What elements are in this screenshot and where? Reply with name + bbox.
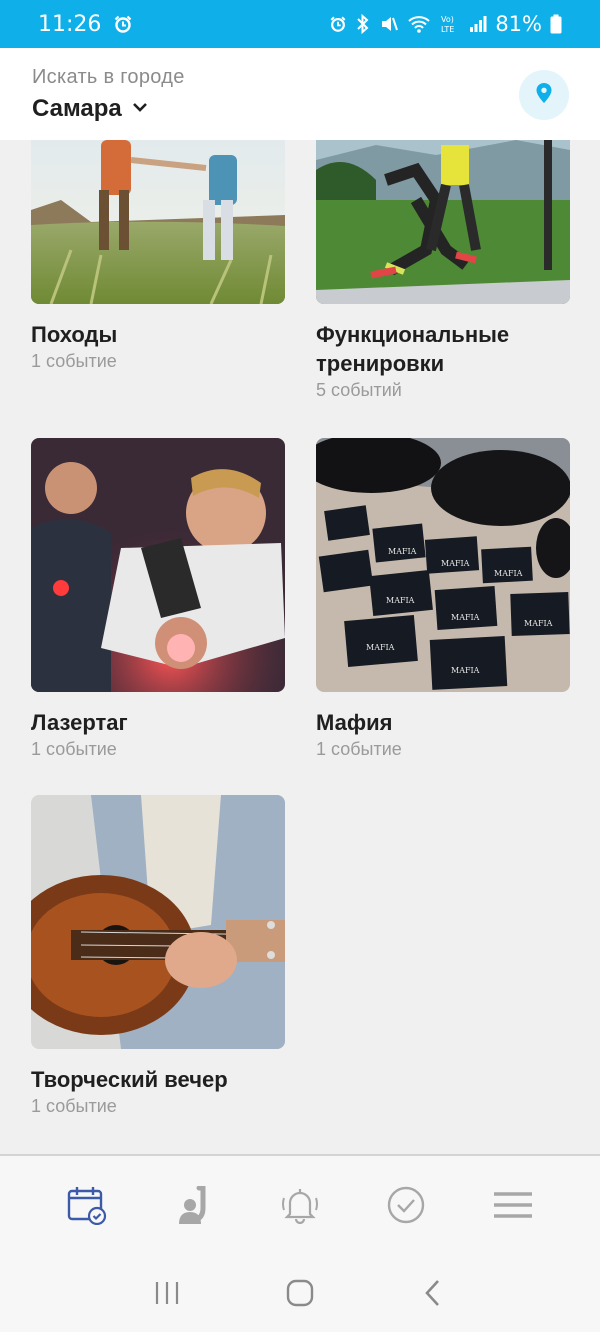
hiking-image	[31, 140, 285, 304]
svg-text:Vo): Vo)	[441, 15, 454, 24]
training-image	[316, 140, 570, 304]
back-button[interactable]	[403, 1270, 463, 1320]
category-count: 1 событие	[31, 1096, 117, 1116]
svg-text:MAFIA: MAFIA	[524, 619, 553, 628]
bell-icon	[280, 1186, 320, 1229]
category-title: Творческий вечер	[31, 1067, 228, 1092]
system-nav-bar	[0, 1258, 600, 1332]
mute-icon	[379, 14, 399, 34]
alarm-icon	[329, 15, 347, 33]
alarm-icon	[113, 14, 133, 34]
wifi-icon	[407, 14, 431, 34]
svg-text:MAFIA: MAFIA	[441, 559, 470, 568]
volte-icon: Vo) LTE	[439, 13, 461, 35]
svg-text:MAFIA: MAFIA	[388, 547, 417, 556]
status-right: Vo) LTE 81%	[329, 12, 562, 36]
svg-text:MAFIA: MAFIA	[494, 569, 523, 578]
status-left: 11:26	[38, 12, 133, 37]
chevron-down-icon	[132, 100, 148, 118]
category-card-lasertag[interactable]: Лазертаг 1 событие	[31, 438, 285, 760]
status-time: 11:26	[38, 11, 102, 37]
check-circle-icon	[386, 1185, 426, 1230]
mafia-image: MAFIA MAFIA MAFIA MAFIA MAFIA MAFIA MAFIA MAF…	[316, 438, 570, 692]
svg-text:MAFIA: MAFIA	[366, 643, 395, 652]
menu-icon	[493, 1190, 533, 1225]
category-card-creative-evening[interactable]: Творческий вечер 1 событие	[31, 795, 285, 1117]
battery-percent: 81%	[495, 12, 542, 36]
category-card-mafia[interactable]: MAFIA MAFIA MAFIA MAFIA MAFIA MAFIA MAFIA MAF…	[316, 438, 570, 760]
home-icon	[286, 1279, 314, 1312]
svg-text:LTE: LTE	[441, 25, 454, 34]
recent-apps-button[interactable]	[137, 1270, 197, 1320]
battery-icon	[550, 14, 562, 34]
status-bar: 11:26 Vo) LTE 81%	[0, 0, 600, 48]
category-count: 5 событий	[316, 380, 402, 400]
city-header: Искать в городе Самара	[0, 48, 600, 140]
city-selector[interactable]: Самара	[32, 95, 568, 123]
category-title: Мафия	[316, 710, 393, 735]
signal-icon	[469, 15, 487, 33]
category-count: 1 событие	[31, 351, 117, 371]
bluetooth-icon	[355, 14, 371, 34]
category-count: 1 событие	[31, 739, 117, 759]
nav-menu[interactable]	[483, 1177, 543, 1237]
home-button[interactable]	[270, 1270, 330, 1320]
calendar-icon	[67, 1185, 107, 1230]
bottom-nav	[0, 1154, 600, 1258]
category-title: Функциональные тренировки	[316, 322, 510, 376]
nav-profile[interactable]	[164, 1177, 224, 1237]
svg-text:MAFIA: MAFIA	[451, 613, 480, 622]
back-icon	[423, 1278, 443, 1313]
svg-text:MAFIA: MAFIA	[451, 666, 480, 675]
category-title: Походы	[31, 322, 118, 347]
person-icon	[177, 1185, 211, 1229]
search-in-city-label: Искать в городе	[32, 66, 185, 88]
nav-completed[interactable]	[376, 1177, 436, 1237]
category-grid: Походы 1 событие Функциональные трениров…	[0, 140, 600, 1154]
creative-evening-image	[31, 795, 285, 1049]
nav-events[interactable]	[57, 1177, 117, 1237]
category-count: 1 событие	[316, 739, 402, 759]
category-card-functional-training[interactable]: Функциональные тренировки 5 событий	[316, 140, 570, 401]
city-name: Самара	[32, 95, 122, 122]
location-button[interactable]	[519, 70, 569, 120]
location-pin-icon	[535, 82, 553, 109]
recent-apps-icon	[153, 1280, 181, 1311]
svg-text:MAFIA: MAFIA	[386, 596, 415, 605]
nav-notifications[interactable]	[270, 1177, 330, 1237]
lasertag-image	[31, 438, 285, 692]
category-title: Лазертаг	[31, 710, 128, 735]
category-card-hiking[interactable]: Походы 1 событие	[31, 140, 285, 372]
